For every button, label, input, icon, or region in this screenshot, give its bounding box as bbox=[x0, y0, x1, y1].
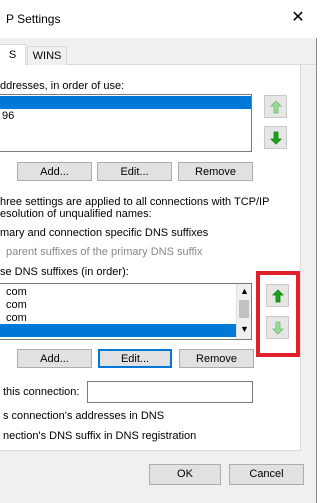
tab-dns[interactable]: S bbox=[0, 44, 26, 66]
highlight-box bbox=[256, 271, 300, 357]
close-icon[interactable]: ✕ bbox=[289, 9, 307, 27]
connection-suffix-label: this connection: bbox=[3, 386, 80, 398]
scroll-up-icon[interactable]: ▲ bbox=[240, 286, 249, 296]
suffix-list-heading: se DNS suffixes (in order): bbox=[0, 266, 129, 278]
dns-suffix-remove-button[interactable]: Remove bbox=[179, 349, 254, 368]
window-title: P Settings bbox=[6, 12, 61, 26]
ok-button[interactable]: OK bbox=[149, 464, 221, 485]
tab-wins-label: WINS bbox=[32, 50, 62, 62]
tab-wins[interactable]: WINS bbox=[27, 46, 67, 65]
dns-server-up-button[interactable] bbox=[264, 95, 287, 118]
dns-server-down-button[interactable] bbox=[264, 126, 287, 149]
cancel-button[interactable]: Cancel bbox=[229, 464, 304, 485]
info-line-1: hree settings are applied to all connect… bbox=[0, 196, 270, 208]
title-bar: P Settings ✕ bbox=[0, 0, 324, 38]
list-item[interactable]: com bbox=[4, 286, 27, 299]
radio-primary-connection-suffixes[interactable]: mary and connection specific DNS suffixe… bbox=[0, 227, 208, 239]
dns-server-edit-button[interactable]: Edit... bbox=[97, 162, 172, 181]
dns-suffix-add-button[interactable]: Add... bbox=[17, 349, 92, 368]
checkbox-use-suffix-registration[interactable]: nection's DNS suffix in DNS registration bbox=[3, 430, 196, 442]
dns-suffix-edit-button[interactable]: Edit... bbox=[98, 349, 172, 368]
suffix-list-scrollbar[interactable]: ▲ ▼ bbox=[236, 284, 251, 339]
checkbox-register-addresses[interactable]: s connection's addresses in DNS bbox=[3, 410, 164, 422]
dns-server-heading: ddresses, in order of use: bbox=[0, 80, 125, 92]
arrow-up-icon bbox=[269, 99, 282, 113]
checkbox-parent-suffixes[interactable]: parent suffixes of the primary DNS suffi… bbox=[6, 246, 202, 258]
dns-suffix-list[interactable]: com com com ▲ ▼ bbox=[0, 283, 252, 340]
scroll-down-icon[interactable]: ▼ bbox=[240, 324, 249, 334]
tab-dns-label: S bbox=[8, 49, 17, 61]
list-item[interactable]: com bbox=[4, 299, 27, 312]
dns-server-remove-button[interactable]: Remove bbox=[178, 162, 253, 181]
list-item[interactable]: 96 bbox=[0, 110, 14, 123]
dns-server-list[interactable]: 96 bbox=[0, 94, 252, 152]
arrow-down-icon bbox=[269, 131, 282, 145]
list-item[interactable] bbox=[0, 96, 251, 109]
scroll-thumb[interactable] bbox=[239, 300, 249, 318]
info-line-2: esolution of unqualified names: bbox=[0, 208, 152, 220]
dns-server-add-button[interactable]: Add... bbox=[17, 162, 92, 181]
window-edge bbox=[317, 38, 324, 503]
connection-suffix-input[interactable] bbox=[87, 381, 253, 403]
list-item[interactable] bbox=[0, 324, 237, 337]
